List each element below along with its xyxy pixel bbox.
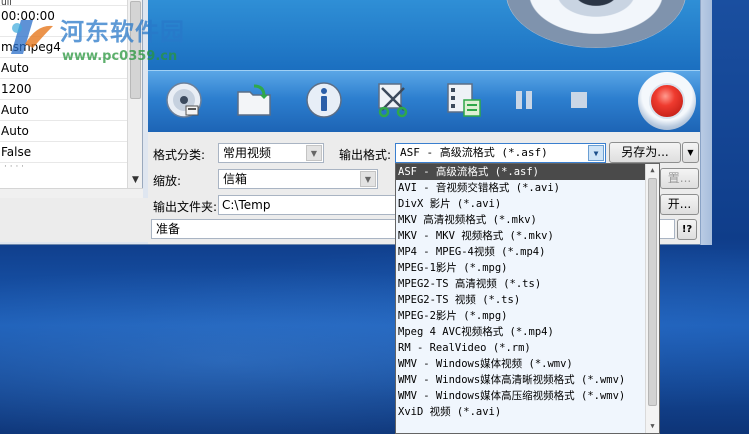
format-category-value: 常用视频 bbox=[223, 146, 272, 160]
list-horizontal-scrollbar[interactable] bbox=[0, 188, 143, 198]
window-frame-edge bbox=[700, 0, 712, 245]
dropdown-option[interactable]: WMV - Windows媒体高压缩视频格式 (*.wmv) bbox=[396, 388, 646, 404]
watermark-url: www.pc0359.cn bbox=[62, 49, 178, 64]
record-button-ring bbox=[638, 72, 696, 130]
save-as-button[interactable]: 另存为... bbox=[609, 142, 681, 163]
stop-icon bbox=[571, 92, 587, 108]
dropdown-option[interactable]: MPEG2-TS 高清视频 (*.ts) bbox=[396, 276, 646, 292]
info-icon bbox=[306, 82, 342, 118]
list-item: 1200 bbox=[0, 79, 128, 100]
chevron-down-icon[interactable]: ▼ bbox=[588, 145, 604, 161]
dropdown-option[interactable]: MPEG-2影片 (*.mpg) bbox=[396, 308, 646, 324]
scroll-up-arrow-icon[interactable]: ▲ bbox=[646, 164, 659, 177]
dropdown-option[interactable]: AVI - 音视频交错格式 (*.avi) bbox=[396, 180, 646, 196]
list-more-indicator: · · · · bbox=[4, 162, 25, 172]
disc-artwork-icon bbox=[506, 0, 686, 48]
list-item: Auto bbox=[0, 121, 128, 142]
zoom-select[interactable]: 信箱 ▼ bbox=[218, 169, 378, 189]
scroll-down-arrow-icon[interactable]: ▼ bbox=[646, 420, 659, 433]
watermark-title: 河东软件园 bbox=[60, 17, 185, 46]
cd-disc-button[interactable] bbox=[162, 78, 206, 122]
output-folder-field[interactable]: C:\Temp bbox=[218, 195, 398, 215]
film-settings-icon bbox=[447, 83, 481, 117]
open-folder-icon bbox=[237, 84, 271, 116]
dropdown-option[interactable]: ASF - 高级流格式 (*.asf) bbox=[396, 164, 646, 180]
zoom-label: 缩放: bbox=[153, 174, 182, 188]
dropdown-option[interactable]: MPEG-1影片 (*.mpg) bbox=[396, 260, 646, 276]
output-format-value: ASF - 高级流格式 (*.asf) bbox=[400, 146, 548, 159]
help-button[interactable]: !? bbox=[677, 219, 697, 240]
cut-clip-icon bbox=[378, 83, 408, 118]
pause-button[interactable] bbox=[502, 78, 546, 122]
pause-icon bbox=[516, 91, 532, 109]
dropdown-option[interactable]: WMV - Windows媒体视频 (*.wmv) bbox=[396, 356, 646, 372]
settings-button[interactable]: 置... bbox=[660, 168, 699, 189]
dropdown-option[interactable]: XviD 视频 (*.avi) bbox=[396, 404, 646, 420]
scroll-down-arrow-icon[interactable]: ▼ bbox=[128, 172, 142, 188]
dropdown-option[interactable]: WMV - Windows媒体高清晰视频格式 (*.wmv) bbox=[396, 372, 646, 388]
pc0359-logo-icon bbox=[11, 20, 53, 54]
dropdown-option[interactable]: MKV 高清视频格式 (*.mkv) bbox=[396, 212, 646, 228]
info-button[interactable] bbox=[302, 78, 346, 122]
main-toolbar bbox=[148, 70, 700, 132]
stop-button[interactable] bbox=[557, 78, 601, 122]
dropdown-option[interactable]: MKV - MKV 视频格式 (*.mkv) bbox=[396, 228, 646, 244]
dropdown-option[interactable]: MP4 - MPEG-4视频 (*.mp4) bbox=[396, 244, 646, 260]
header-banner bbox=[148, 0, 700, 70]
output-folder-label: 输出文件夹: bbox=[153, 200, 218, 214]
record-icon[interactable] bbox=[649, 83, 685, 119]
open-file-button[interactable] bbox=[232, 78, 276, 122]
dropdown-option[interactable]: MPEG2-TS 视频 (*.ts) bbox=[396, 292, 646, 308]
format-category-label: 格式分类: bbox=[153, 148, 206, 162]
dropdown-scrollbar[interactable]: ▲ ▼ bbox=[645, 164, 659, 433]
status-text: 准备 bbox=[156, 222, 181, 236]
zoom-value: 信箱 bbox=[223, 172, 248, 186]
output-format-label: 输出格式: bbox=[339, 148, 392, 162]
save-as-menu-chevron-icon[interactable]: ▼ bbox=[682, 142, 699, 163]
open-folder-button[interactable]: 开... bbox=[660, 194, 699, 215]
scrollbar-thumb[interactable] bbox=[648, 178, 657, 406]
format-category-select[interactable]: 常用视频 ▼ bbox=[218, 143, 324, 163]
dropdown-option[interactable]: Mpeg 4 AVC视频格式 (*.mp4) bbox=[396, 324, 646, 340]
chevron-down-icon[interactable]: ▼ bbox=[360, 171, 376, 187]
chevron-down-icon[interactable]: ▼ bbox=[306, 145, 322, 161]
left-panel-footer bbox=[0, 198, 148, 242]
list-item: Auto bbox=[0, 100, 128, 121]
cd-disc-icon bbox=[166, 82, 202, 118]
cut-clip-button[interactable] bbox=[372, 78, 416, 122]
output-format-dropdown[interactable]: ASF - 高级流格式 (*.asf) AVI - 音视频交错格式 (*.avi)… bbox=[395, 163, 660, 434]
output-format-select[interactable]: ASF - 高级流格式 (*.asf) ▼ bbox=[395, 143, 606, 163]
dropdown-option[interactable]: DivX 影片 (*.avi) bbox=[396, 196, 646, 212]
list-item: False bbox=[0, 142, 128, 163]
dropdown-option[interactable]: RM - RealVideo (*.rm) bbox=[396, 340, 646, 356]
film-settings-button[interactable] bbox=[442, 78, 486, 122]
